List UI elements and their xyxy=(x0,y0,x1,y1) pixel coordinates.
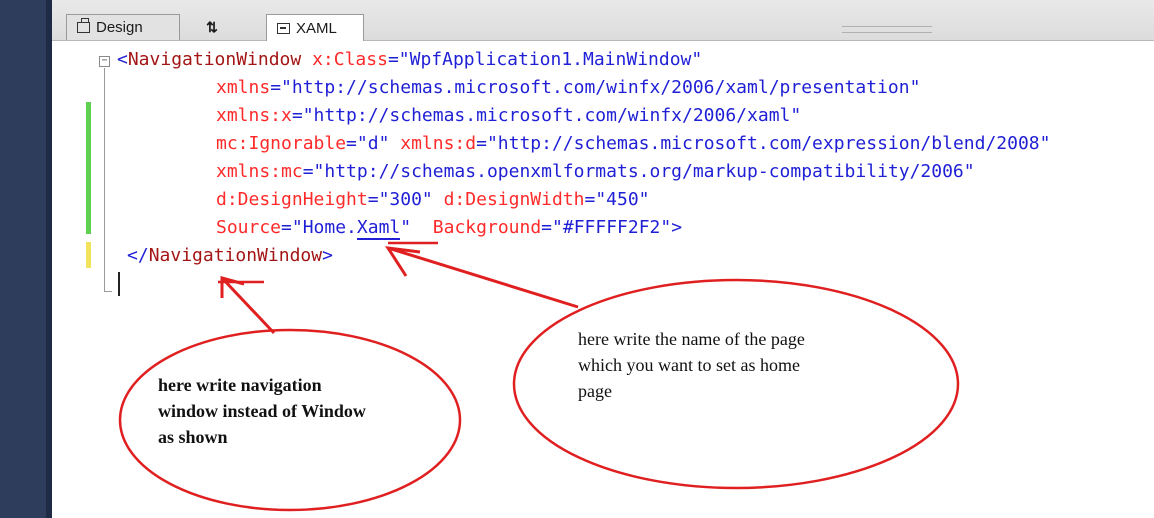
right-annotation-text: here write the name of the page which yo… xyxy=(578,329,805,401)
arrow-to-tag xyxy=(220,276,276,335)
left-annotation-text: here write navigation window instead of … xyxy=(158,375,366,447)
arrow-to-source xyxy=(387,246,579,309)
